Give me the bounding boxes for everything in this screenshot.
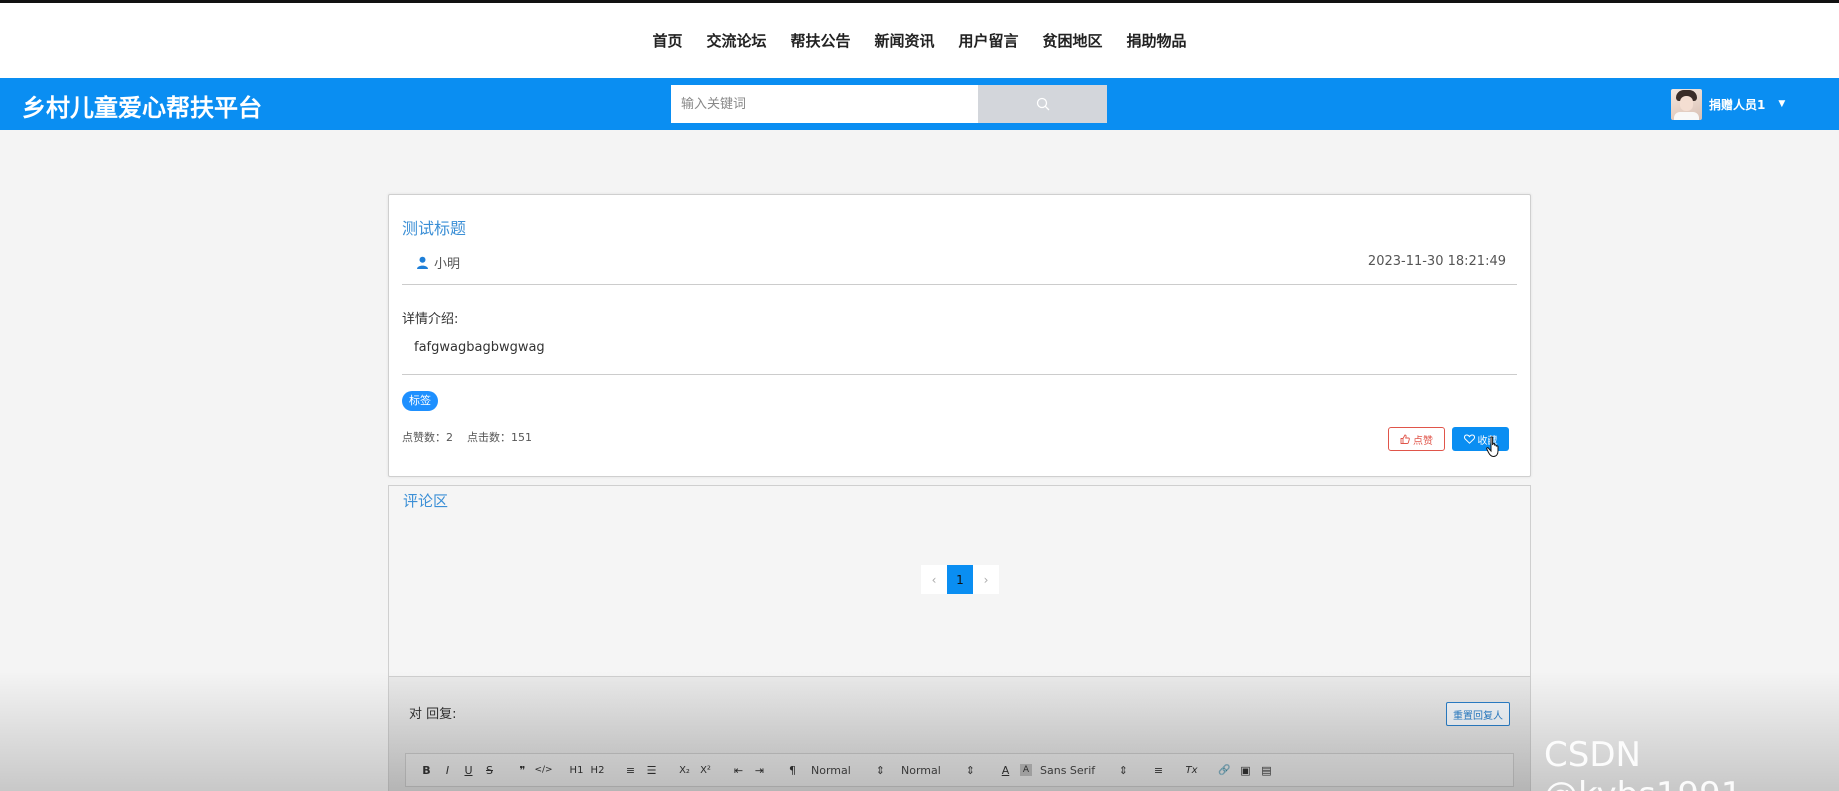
size-select[interactable]: Normal ⇕ — [811, 760, 893, 780]
superscript-button[interactable]: X² — [695, 760, 716, 780]
site-title: 乡村儿童爱心帮扶平台 — [22, 94, 262, 122]
main-nav: 首页 交流论坛 帮扶公告 新闻资讯 用户留言 贫困地区 捐助物品 — [0, 3, 1839, 78]
nav-forum[interactable]: 交流论坛 — [706, 30, 766, 51]
blockquote-button[interactable]: ❞ — [512, 760, 533, 780]
nav-home[interactable]: 首页 — [652, 30, 682, 51]
outdent-button[interactable]: ⇤ — [728, 760, 749, 780]
background-color-button[interactable]: A — [1020, 764, 1032, 776]
caret-down-icon: ▼ — [1778, 99, 1786, 109]
header-bar: 乡村儿童爱心帮扶平台 捐赠人员1 ▼ — [0, 78, 1839, 130]
watermark: CSDN @kybs1991 — [1544, 735, 1742, 791]
select-arrows-icon: ⇕ — [875, 763, 885, 777]
detail-text: fafgwagbagbwgwag — [414, 340, 545, 355]
hand-cursor-icon — [1486, 436, 1499, 458]
size-select-value: Normal — [811, 763, 851, 777]
comments-title: 评论区 — [403, 492, 449, 510]
nav-news[interactable]: 新闻资讯 — [874, 30, 934, 51]
post-title: 测试标题 — [402, 219, 467, 238]
user-menu[interactable]: 捐赠人员1 ▼ — [1671, 84, 1785, 124]
divider — [402, 374, 1517, 375]
video-button[interactable]: ▤ — [1256, 760, 1277, 780]
select-arrows-icon: ⇕ — [1118, 763, 1128, 777]
align-button[interactable]: ≡ — [1148, 760, 1169, 780]
search-input[interactable] — [671, 85, 978, 123]
post-stats: 点赞数：2 点击数：151 — [402, 429, 532, 445]
font-select[interactable]: Sans Serif ⇕ — [1040, 760, 1136, 780]
author-name: 小明 — [434, 257, 461, 272]
nav-announcements[interactable]: 帮扶公告 — [790, 30, 850, 51]
header-1-button[interactable]: H1 — [566, 760, 587, 780]
nav-poor-areas[interactable]: 贫困地区 — [1043, 30, 1103, 51]
reset-reply-button[interactable]: 重置回复人 — [1446, 702, 1510, 726]
text-color-button[interactable]: A — [995, 760, 1016, 780]
post-card: 测试标题 小明 2023-11-30 18:21:49 详情介绍: fafgwa… — [388, 194, 1531, 477]
clicks-count: 点击数：151 — [467, 431, 532, 444]
header-2-button[interactable]: H2 — [587, 760, 608, 780]
user-name: 捐赠人员1 — [1709, 97, 1766, 112]
avatar — [1671, 88, 1702, 120]
bold-button[interactable]: B — [416, 760, 437, 780]
user-icon — [417, 256, 428, 269]
reply-section: 对 回复: 重置回复人 B I U S ❞ </> H1 H2 ≡ ☰ X₂ X… — [389, 676, 1530, 791]
pagination: ‹ 1 › — [921, 565, 999, 594]
like-label: 点赞 — [1413, 435, 1433, 447]
heart-icon — [1463, 434, 1475, 444]
post-author: 小明 — [416, 253, 460, 272]
strike-button[interactable]: S — [479, 760, 500, 780]
image-button[interactable]: ▣ — [1235, 760, 1256, 780]
clean-format-button[interactable]: Tx — [1181, 760, 1202, 780]
header-select-value: Normal — [901, 763, 941, 777]
italic-button[interactable]: I — [437, 760, 458, 780]
font-select-value: Sans Serif — [1040, 763, 1096, 777]
nav-messages[interactable]: 用户留言 — [959, 30, 1019, 51]
next-page-button[interactable]: › — [973, 565, 999, 594]
code-block-button[interactable]: </> — [533, 760, 554, 780]
nav-donated-items[interactable]: 捐助物品 — [1127, 30, 1187, 51]
header-select[interactable]: Normal ⇕ — [901, 760, 983, 780]
search-icon — [1036, 97, 1049, 111]
subscript-button[interactable]: X₂ — [674, 760, 695, 780]
reply-label: 对 回复: — [409, 707, 457, 722]
text-direction-button[interactable]: ¶ — [782, 760, 803, 780]
bullet-list-button[interactable]: ☰ — [641, 760, 662, 780]
likes-count: 点赞数：2 — [402, 431, 453, 444]
tag-badge: 标签 — [402, 391, 438, 411]
comment-section: 评论区 ‹ 1 › 对 回复: 重置回复人 B I U S ❞ </> H1 H… — [388, 485, 1531, 791]
prev-page-button[interactable]: ‹ — [921, 565, 947, 594]
link-button[interactable]: 🔗 — [1214, 760, 1235, 780]
post-datetime: 2023-11-30 18:21:49 — [1367, 254, 1506, 269]
select-arrows-icon: ⇕ — [965, 763, 975, 777]
underline-button[interactable]: U — [458, 760, 479, 780]
page-1-button[interactable]: 1 — [947, 565, 973, 594]
thumbs-up-icon — [1400, 434, 1410, 444]
indent-button[interactable]: ⇥ — [749, 760, 770, 780]
detail-label: 详情介绍: — [402, 312, 459, 327]
editor-toolbar: B I U S ❞ </> H1 H2 ≡ ☰ X₂ X² ⇤ ⇥ ¶ Norm… — [405, 753, 1514, 787]
divider — [402, 284, 1517, 285]
like-button[interactable]: 点赞 — [1388, 427, 1445, 451]
ordered-list-button[interactable]: ≡ — [620, 760, 641, 780]
search-button[interactable] — [978, 85, 1107, 123]
